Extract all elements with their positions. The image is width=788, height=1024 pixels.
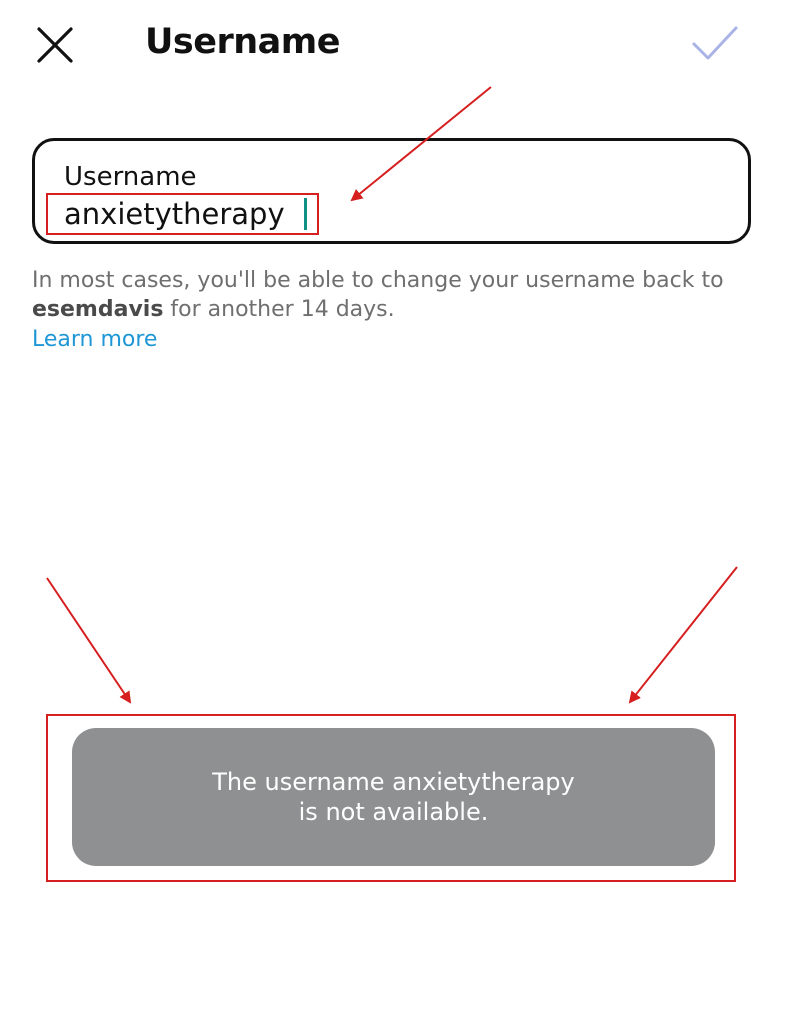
previous-username: esemdavis	[32, 297, 164, 322]
text-cursor	[304, 198, 307, 230]
confirm-button[interactable]	[688, 22, 742, 66]
page-title: Username	[145, 22, 341, 62]
arrow-left-to-toast	[46, 577, 132, 704]
username-input-value[interactable]: anxietytherapy	[64, 193, 285, 235]
close-icon	[37, 27, 73, 63]
close-button[interactable]	[30, 20, 80, 70]
helper-text-before: In most cases, you'll be able to change …	[32, 268, 724, 293]
arrow-right-to-toast	[628, 566, 738, 704]
checkmark-icon	[692, 26, 738, 60]
helper-text: In most cases, you'll be able to change …	[32, 266, 767, 324]
username-field-label: Username	[64, 162, 197, 192]
learn-more-link[interactable]: Learn more	[32, 325, 157, 355]
helper-text-after: for another 14 days.	[163, 297, 395, 322]
error-toast: The username anxietytherapy is not avail…	[72, 728, 715, 866]
toast-message: The username anxietytherapy is not avail…	[212, 768, 575, 826]
